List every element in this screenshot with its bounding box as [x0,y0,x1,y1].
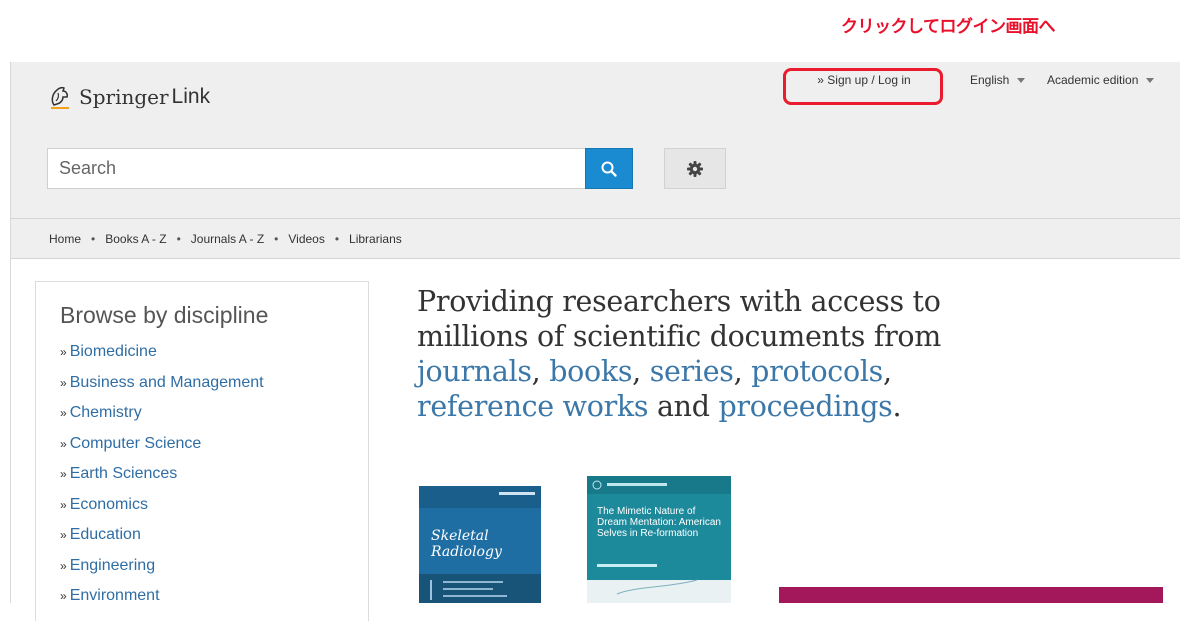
edition-label: Academic edition [1047,73,1139,87]
raquo-icon: » [60,497,67,512]
protocols-link[interactable]: protocols [751,355,883,388]
discipline-label: Environment [69,587,160,604]
signup-login-link[interactable]: » Sign up / Log in [794,73,934,87]
period: . [892,390,902,423]
books-link[interactable]: books [549,355,632,388]
and-text: and [656,390,710,423]
search-input[interactable]: Search [47,148,585,189]
raquo-icon: » [60,467,67,481]
hero-line-3: journals, books, series, protocols, [417,354,1137,389]
nav-separator: • [91,231,96,246]
springer-page: Springer Link » Sign up / Log in English… [10,62,1180,621]
hero-line-1: Providing researchers with access to [417,285,941,318]
discipline-label: Earth Sciences [69,465,178,482]
browse-by-discipline-panel: Browse by discipline » Biomedicine » Busin… [35,281,369,621]
comma: , [882,355,892,388]
language-label: English [970,73,1010,87]
raquo-icon: » [60,436,67,451]
nav-videos[interactable]: Videos [288,232,324,246]
proceedings-link[interactable]: proceedings [718,390,892,423]
raquo-icon: » [60,406,67,420]
discipline-label: Engineering [69,556,156,574]
nav-journals[interactable]: Journals A - Z [191,232,264,246]
nav-separator: • [334,231,340,246]
nav-librarians[interactable]: Librarians [349,232,402,246]
cover-art [587,476,731,603]
discipline-item[interactable]: » Earth Sciences [60,465,368,496]
comma: , [733,355,752,388]
gear-icon [687,160,703,177]
promo-banner[interactable] [779,587,1163,603]
search-button[interactable] [585,148,633,189]
logo-link-text: Link [171,85,211,108]
search-options-button[interactable] [664,148,726,189]
discipline-label: Biomedicine [69,343,157,360]
chevron-down-icon [1017,77,1026,83]
discipline-item[interactable]: » Education [60,526,368,557]
discipline-item[interactable]: » Chemistry [60,404,368,435]
cover-title: Skeletal Radiology [431,528,502,560]
discipline-list: » Biomedicine » Business and Management » C… [60,343,368,618]
discipline-item[interactable]: » Environment [60,587,368,618]
reference-works-link[interactable]: reference works [417,390,649,423]
journals-link[interactable]: journals [417,355,532,388]
discipline-item[interactable]: » Economics [60,496,368,527]
hero-line-2: millions of scientific documents from [417,320,941,353]
comma: , [632,355,650,388]
nav-separator: • [274,231,279,246]
discipline-item[interactable]: » Engineering [60,557,368,588]
language-selector[interactable]: English [970,73,1026,87]
discipline-label: Economics [69,495,148,513]
site-header: Springer Link » Sign up / Log in English… [11,62,1180,219]
raquo-icon: » [60,528,67,542]
raquo-icon: » [60,589,67,603]
discipline-label: Computer Science [69,434,202,452]
discipline-label: Business and Management [69,373,264,391]
edition-selector[interactable]: Academic edition [1047,73,1155,87]
raquo-icon: » [60,345,67,359]
discipline-item[interactable]: » Business and Management [60,374,368,405]
series-link[interactable]: series [650,355,734,388]
hero-heading: Providing researchers with access to mil… [417,284,1137,424]
nav-separator: • [176,231,181,246]
raquo-icon: » [60,558,67,573]
book-cover-mimetic-nature[interactable]: The Mimetic Nature of Dream Mentation: A… [587,476,731,603]
springerlink-logo[interactable]: Springer Link [49,84,210,110]
discipline-item[interactable]: » Computer Science [60,435,368,466]
comma: , [531,355,550,388]
nav-books[interactable]: Books A - Z [105,232,166,246]
journal-cover-skeletal-radiology[interactable]: Skeletal Radiology [419,486,541,603]
discipline-item[interactable]: » Biomedicine [60,343,368,374]
discipline-label: Chemistry [69,404,142,421]
springer-horse-icon [51,86,69,109]
browse-title: Browse by discipline [60,302,269,328]
logo-springer-text: Springer [79,85,169,109]
raquo-icon: » [60,375,67,390]
cover-title: The Mimetic Nature of Dream Mentation: A… [597,506,721,539]
discipline-label: Education [69,526,141,543]
chevron-down-icon [1146,77,1155,83]
nav-home[interactable]: Home [49,232,81,246]
hero-line-4: reference works and proceedings. [417,389,1137,424]
annotation-label: クリックしてログイン画面へ [841,17,1056,37]
search-icon [601,161,617,177]
main-nav: Home • Books A - Z • Journals A - Z • Vi… [11,219,1180,259]
